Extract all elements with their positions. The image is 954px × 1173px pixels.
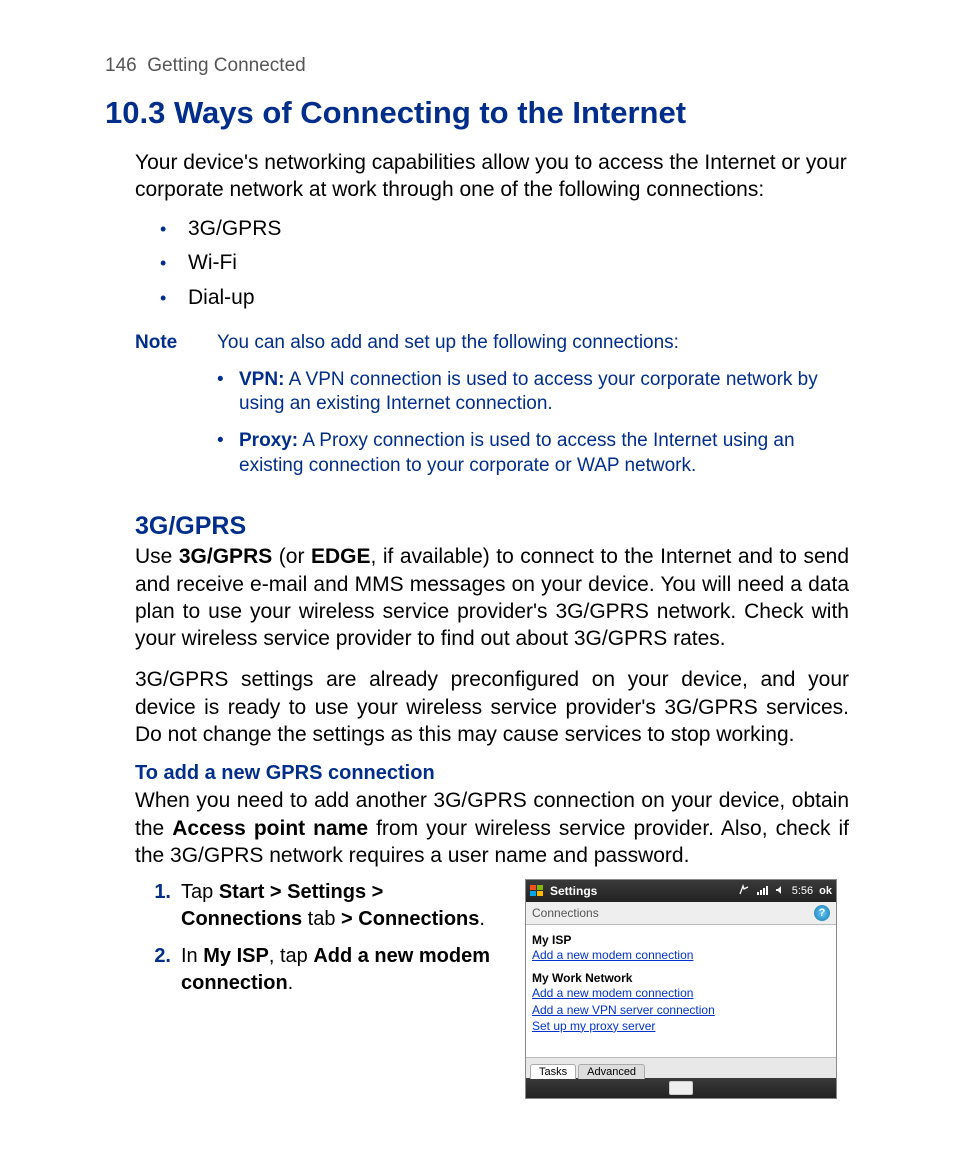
step-item: 2. In My ISP, tap Add a new modem connec… bbox=[145, 943, 505, 997]
bullet-text: Wi-Fi bbox=[188, 246, 237, 281]
subsection-heading: 3G/GPRS bbox=[135, 512, 849, 541]
step-number: 1. bbox=[145, 879, 181, 933]
section-heading: 10.3 Ways of Connecting to the Internet bbox=[105, 95, 849, 131]
bullet-icon: • bbox=[160, 249, 188, 279]
note-sublist: • VPN: A VPN connection is used to acces… bbox=[217, 368, 849, 479]
text-run: Tap bbox=[181, 881, 219, 903]
note-label: Note bbox=[135, 332, 217, 491]
keyboard-icon[interactable] bbox=[669, 1081, 693, 1095]
device-screenshot: Settings 5:56 ok Connections bbox=[525, 879, 837, 1099]
connection-bullet-list: • 3G/GPRS • Wi-Fi • Dial-up bbox=[160, 212, 849, 316]
list-item: • Proxy: A Proxy connection is used to a… bbox=[217, 429, 849, 478]
note-lead: You can also add and set up the followin… bbox=[217, 332, 849, 354]
bullet-icon: • bbox=[217, 368, 239, 417]
bold-run: > Connections bbox=[341, 908, 479, 930]
text-run: (or bbox=[272, 545, 311, 568]
bullet-icon: • bbox=[217, 429, 239, 478]
note-desc: A Proxy connection is used to access the… bbox=[239, 430, 795, 476]
procedure-heading: To add a new GPRS connection bbox=[135, 762, 849, 785]
link-add-modem-work[interactable]: Add a new modem connection bbox=[532, 985, 830, 1001]
bullet-text: 3G/GPRS bbox=[188, 212, 281, 247]
soft-key-bar bbox=[526, 1078, 836, 1098]
text-run: Use bbox=[135, 545, 179, 568]
tab-advanced[interactable]: Advanced bbox=[578, 1064, 645, 1079]
screen-header: Connections ? bbox=[526, 902, 836, 925]
bold-run: 3G/GPRS bbox=[179, 545, 272, 568]
tab-bar: Tasks Advanced bbox=[526, 1057, 836, 1078]
list-item: • VPN: A VPN connection is used to acces… bbox=[217, 368, 849, 417]
document-page: 146 Getting Connected 10.3 Ways of Conne… bbox=[0, 0, 954, 1139]
bold-run: Access point name bbox=[172, 817, 368, 840]
step-text: In My ISP, tap Add a new modem connectio… bbox=[181, 943, 505, 997]
step-item: 1. Tap Start > Settings > Connections ta… bbox=[145, 879, 505, 933]
bullet-icon: • bbox=[160, 284, 188, 314]
bold-run: EDGE bbox=[311, 545, 371, 568]
step-text: Tap Start > Settings > Connections tab >… bbox=[181, 879, 505, 933]
status-icons: 5:56 ok bbox=[738, 884, 832, 899]
window-title: Settings bbox=[550, 884, 732, 898]
link-add-vpn[interactable]: Add a new VPN server connection bbox=[532, 1002, 830, 1018]
volume-icon[interactable] bbox=[774, 884, 786, 899]
step-number: 2. bbox=[145, 943, 181, 997]
titlebar: Settings 5:56 ok bbox=[526, 880, 836, 902]
bold-run: My ISP bbox=[203, 945, 269, 967]
body-paragraph: Use 3G/GPRS (or EDGE, if available) to c… bbox=[135, 543, 849, 652]
screen-title: Connections bbox=[532, 906, 599, 920]
note-body: You can also add and set up the followin… bbox=[217, 332, 849, 491]
body-paragraph: 3G/GPRS settings are already preconfigur… bbox=[135, 666, 849, 748]
note-item-text: VPN: A VPN connection is used to access … bbox=[239, 368, 849, 417]
note-item-text: Proxy: A Proxy connection is used to acc… bbox=[239, 429, 849, 478]
page-number: 146 bbox=[105, 55, 137, 76]
note-desc: A VPN connection is used to access your … bbox=[239, 369, 818, 415]
body-paragraph: When you need to add another 3G/GPRS con… bbox=[135, 787, 849, 869]
note-term: Proxy: bbox=[239, 430, 298, 451]
text-run: , tap bbox=[269, 945, 313, 967]
group-my-isp: My ISP bbox=[532, 933, 830, 947]
text-run: In bbox=[181, 945, 203, 967]
start-icon[interactable] bbox=[530, 885, 544, 897]
list-item: • 3G/GPRS bbox=[160, 212, 849, 247]
step-list: 1. Tap Start > Settings > Connections ta… bbox=[145, 879, 505, 1007]
tab-tasks[interactable]: Tasks bbox=[530, 1064, 576, 1079]
list-item: • Dial-up bbox=[160, 281, 849, 316]
signal-icon[interactable] bbox=[756, 884, 768, 899]
page-header: 146 Getting Connected bbox=[105, 55, 849, 77]
link-add-modem-isp[interactable]: Add a new modem connection bbox=[532, 947, 830, 963]
text-run: tab bbox=[302, 908, 341, 930]
steps-with-screenshot: 1. Tap Start > Settings > Connections ta… bbox=[145, 879, 849, 1099]
clock-text: 5:56 bbox=[792, 885, 813, 897]
note-term: VPN: bbox=[239, 369, 284, 390]
help-icon[interactable]: ? bbox=[814, 905, 830, 921]
bullet-icon: • bbox=[160, 215, 188, 245]
link-setup-proxy[interactable]: Set up my proxy server bbox=[532, 1018, 830, 1034]
text-run: . bbox=[479, 908, 485, 930]
ok-button[interactable]: ok bbox=[819, 885, 832, 897]
note-block: Note You can also add and set up the fol… bbox=[135, 332, 849, 491]
list-item: • Wi-Fi bbox=[160, 246, 849, 281]
text-run: . bbox=[288, 972, 294, 994]
connections-panel: My ISP Add a new modem connection My Wor… bbox=[526, 925, 836, 1057]
connectivity-icon[interactable] bbox=[738, 884, 750, 899]
bullet-text: Dial-up bbox=[188, 281, 255, 316]
group-my-work-network: My Work Network bbox=[532, 971, 830, 985]
chapter-title: Getting Connected bbox=[147, 55, 305, 76]
intro-paragraph: Your device's networking capabilities al… bbox=[135, 149, 849, 204]
